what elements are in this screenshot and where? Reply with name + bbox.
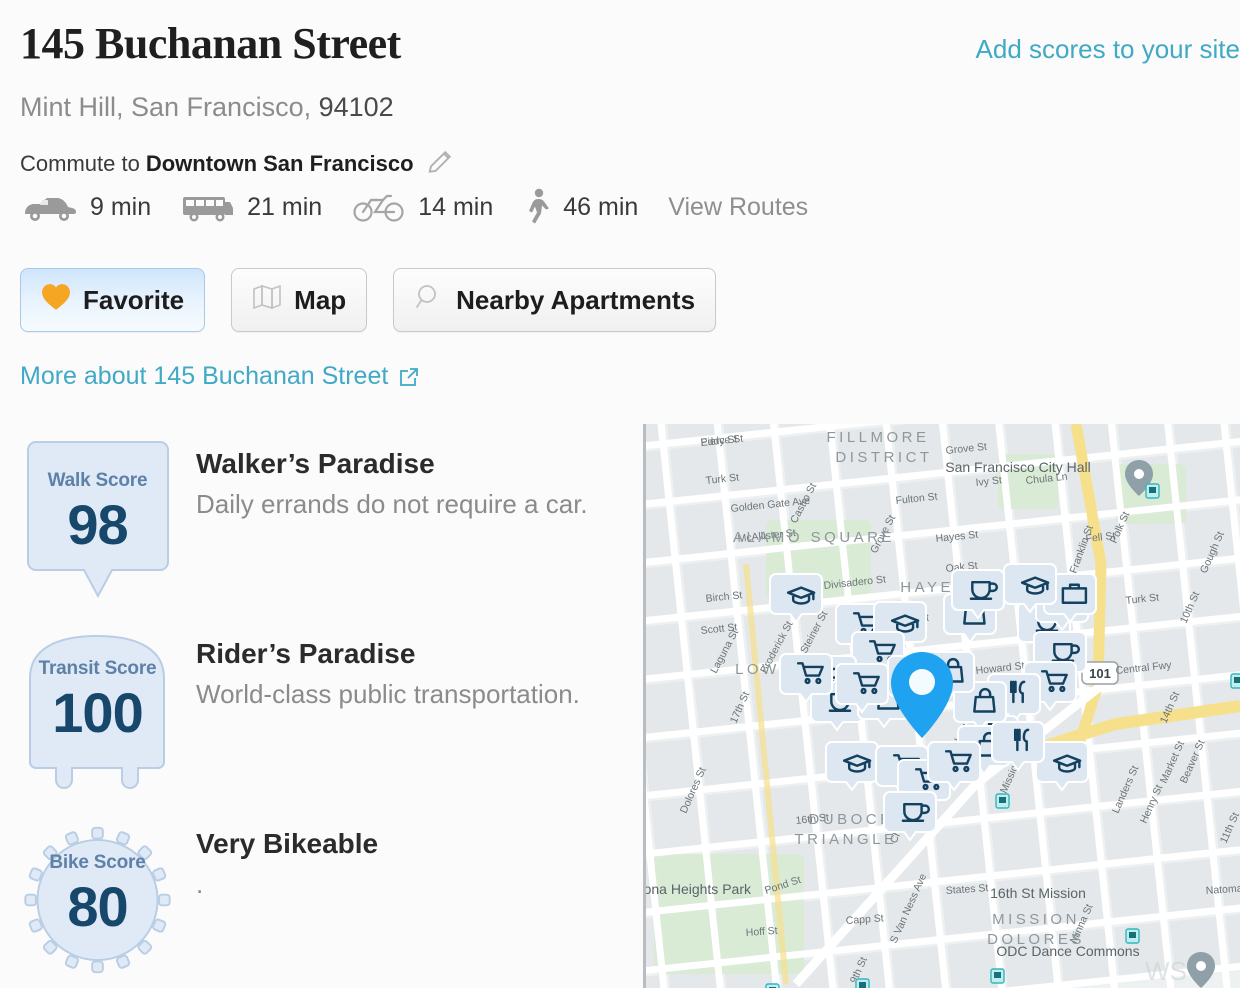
transit-score-text: Rider’s Paradise World-class public tran…: [196, 638, 596, 711]
walk-score-value: 98: [67, 493, 128, 556]
map-poi-label: 16th St Mission: [990, 885, 1086, 901]
map-icon: [252, 283, 282, 318]
map-poi-marker[interactable]: [883, 791, 937, 842]
commute-mode-bike[interactable]: 14 min: [352, 191, 493, 223]
add-scores-link[interactable]: Add scores to your site: [976, 34, 1240, 65]
map-transit-icon[interactable]: [765, 983, 780, 988]
highway-shield-101: 101: [1081, 661, 1119, 685]
car-icon: [20, 191, 78, 223]
map-transit-icon[interactable]: [1125, 928, 1140, 944]
walk-score-text: Walker’s Paradise Daily errands do not r…: [196, 448, 596, 521]
bus-icon: [181, 191, 235, 223]
commute-mode-car[interactable]: 9 min: [20, 191, 151, 223]
map-poi-marker[interactable]: [825, 741, 879, 792]
map-street-label: Hoff St: [745, 925, 778, 939]
bike-score-value: 80: [67, 875, 128, 938]
map-transit-icon[interactable]: [1230, 673, 1240, 689]
score-row-walk: Walk Score 98 Walker’s Paradise Daily er…: [20, 440, 620, 630]
commute-prefix-label: Commute to: [20, 151, 140, 176]
map-poi-marker[interactable]: [769, 573, 823, 624]
zip-code: 94102: [318, 92, 394, 122]
score-row-transit: Transit Score 100 Rider’s Paradise World…: [20, 630, 620, 820]
map-poi-marker[interactable]: [951, 569, 1005, 620]
map-transit-icon[interactable]: [855, 978, 870, 988]
commute-mode-transit[interactable]: 21 min: [181, 191, 322, 223]
map-neighborhood-label: FILLMORE: [826, 429, 929, 446]
map-panel[interactable]: 101 Eddy St Turk St Golden Gate Ave McAllis…: [643, 424, 1240, 988]
walk-score-badge[interactable]: Walk Score 98: [20, 440, 175, 600]
neighborhood-city: Mint Hill, San Francisco,: [20, 92, 319, 122]
walk-score-page: 145 Buchanan Street Add scores to your s…: [0, 0, 1240, 988]
bike-score-description: .: [196, 869, 204, 899]
transit-score-heading: Rider’s Paradise: [196, 638, 416, 669]
map-poi-marker[interactable]: [991, 721, 1045, 772]
map-poi-marker[interactable]: [835, 663, 889, 714]
map-poi-label: Corona Heights Park: [646, 881, 752, 897]
external-link-icon: [398, 366, 420, 388]
bike-score-heading: Very Bikeable: [196, 828, 379, 859]
bike-score-badge[interactable]: Bike Score 80: [20, 820, 175, 980]
nearby-apartments-button[interactable]: Nearby Apartments: [393, 268, 717, 332]
map-transit-icon[interactable]: [990, 968, 1005, 984]
map-poi-label: San Francisco City Hall: [945, 459, 1091, 475]
walk-icon: [523, 188, 551, 226]
map-neighborhood-label: TRIANGLE: [794, 831, 897, 848]
car-time: 9 min: [90, 192, 152, 221]
map-canvas[interactable]: 101 Eddy StTurk StGolden Gate AveMcAllis…: [646, 424, 1240, 988]
transit-score-label: Transit Score: [38, 658, 157, 679]
page-title: 145 Buchanan Street: [20, 19, 401, 68]
more-about-link[interactable]: More about 145 Buchanan Street: [20, 362, 420, 391]
map-neighborhood-label: DUBOCE: [808, 811, 893, 828]
transit-score-badge[interactable]: Transit Score 100: [20, 630, 175, 790]
bike-score-label: Bike Score: [49, 852, 146, 873]
walk-score-heading: Walker’s Paradise: [196, 448, 435, 479]
transit-score-value: 100: [52, 681, 143, 744]
heart-icon: [41, 283, 71, 318]
action-buttons-row: Favorite Map Nearby Apartments: [20, 268, 742, 332]
map-watermark: WS: [1145, 956, 1187, 986]
svg-text:101: 101: [1089, 666, 1111, 681]
map-street-label: Natoma St: [1205, 882, 1240, 897]
transit-score-description: World-class public transportation.: [196, 679, 580, 709]
more-about-label: More about 145 Buchanan Street: [20, 362, 389, 390]
bike-icon: [352, 191, 406, 223]
map-transit-icon[interactable]: [995, 793, 1010, 809]
score-row-bike: Bike Score 80 Very Bikeable .: [20, 820, 620, 988]
favorite-button[interactable]: Favorite: [20, 268, 206, 332]
map-poi-marker[interactable]: [779, 653, 833, 704]
view-routes-link[interactable]: View Routes: [668, 193, 808, 222]
map-poi-label: ODC Dance Commons: [996, 943, 1139, 959]
map-neighborhood-label: MISSION: [992, 911, 1080, 928]
walk-score-description: Daily errands do not require a car.: [196, 489, 588, 519]
commute-mode-walk[interactable]: 46 min: [523, 188, 638, 226]
map-button-label: Map: [294, 284, 347, 315]
map-neighborhood-label: DISTRICT: [835, 449, 932, 466]
walk-time: 46 min: [563, 192, 639, 221]
pencil-icon[interactable]: [426, 146, 456, 182]
map-neighborhood-label: ALAMO SQUARE: [733, 529, 895, 546]
map-button[interactable]: Map: [231, 268, 368, 332]
map-poi-marker[interactable]: [1003, 563, 1057, 614]
nearby-apartments-button-label: Nearby Apartments: [456, 284, 696, 315]
map-poi-marker[interactable]: [927, 741, 981, 792]
walk-score-label: Walk Score: [47, 470, 148, 491]
favorite-button-label: Favorite: [83, 284, 185, 315]
transit-time: 21 min: [247, 192, 323, 221]
commute-destination-line: Commute to Downtown San Francisco: [20, 146, 456, 182]
commute-destination-label: Downtown San Francisco: [145, 151, 414, 176]
magnifier-icon: [414, 283, 444, 318]
commute-times-row: 9 min 21 min 14 min 46 min View Routes: [20, 188, 808, 226]
bike-time: 14 min: [418, 192, 494, 221]
map-transit-icon[interactable]: [1145, 483, 1160, 499]
score-list: Walk Score 98 Walker’s Paradise Daily er…: [20, 440, 620, 988]
bike-score-text: Very Bikeable .: [196, 828, 596, 901]
address-subtitle: Mint Hill, San Francisco, 94102: [20, 92, 394, 123]
